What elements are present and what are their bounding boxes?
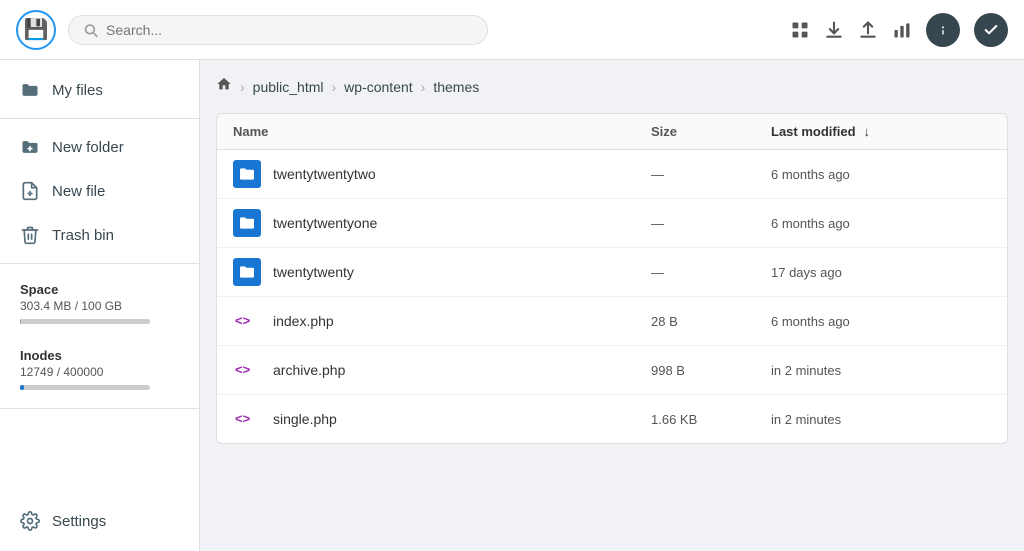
table-row[interactable]: <> archive.php 998 B in 2 minutes xyxy=(217,346,1007,395)
file-name: twentytwentytwo xyxy=(273,166,376,182)
size-cell: 1.66 KB xyxy=(651,412,771,427)
sort-icon: ↓ xyxy=(864,124,871,139)
sidebar-label-my-files: My files xyxy=(52,82,103,99)
sidebar-divider-1 xyxy=(0,118,199,119)
search-bar[interactable] xyxy=(68,15,488,45)
file-name-cell: twentytwentytwo xyxy=(233,160,651,188)
file-name: archive.php xyxy=(273,362,345,378)
stats-button[interactable] xyxy=(892,20,912,40)
breadcrumb-sep-1: › xyxy=(332,79,337,95)
modified-cell: in 2 minutes xyxy=(771,412,991,427)
file-name: single.php xyxy=(273,411,337,427)
breadcrumb-sep-0: › xyxy=(240,79,245,95)
table-row[interactable]: <> index.php 28 B 6 months ago xyxy=(217,297,1007,346)
file-name-cell: <> index.php xyxy=(233,307,651,335)
new-file-icon xyxy=(20,181,40,201)
file-name: twentytwentyone xyxy=(273,215,377,231)
header: 💾 xyxy=(0,0,1024,60)
space-value: 303.4 MB / 100 GB xyxy=(20,299,179,313)
modified-cell: 6 months ago xyxy=(771,167,991,182)
home-icon[interactable] xyxy=(216,76,232,97)
folder-icon xyxy=(233,258,261,286)
file-name: index.php xyxy=(273,313,334,329)
svg-text:<>: <> xyxy=(235,362,251,377)
breadcrumb-link-public-html[interactable]: public_html xyxy=(253,79,324,95)
sidebar-item-new-folder[interactable]: New folder xyxy=(0,125,199,169)
breadcrumb-current: themes xyxy=(433,79,479,95)
file-name-cell: <> single.php xyxy=(233,405,651,433)
size-cell: — xyxy=(651,265,771,280)
search-icon xyxy=(83,22,98,38)
sidebar-item-settings[interactable]: Settings xyxy=(0,499,199,543)
search-input[interactable] xyxy=(106,22,473,38)
php-file-icon: <> xyxy=(233,356,261,384)
table-row[interactable]: <> single.php 1.66 KB in 2 minutes xyxy=(217,395,1007,443)
sidebar-item-trash-bin[interactable]: Trash bin xyxy=(0,213,199,257)
table-row[interactable]: twentytwenty — 17 days ago xyxy=(217,248,1007,297)
inodes-progress-bg xyxy=(20,385,150,390)
folder-icon xyxy=(20,80,40,100)
folder-icon xyxy=(233,160,261,188)
download-button[interactable] xyxy=(824,20,844,40)
breadcrumb-link-wp-content[interactable]: wp-content xyxy=(344,79,412,95)
info-button[interactable] xyxy=(926,13,960,47)
file-name-cell: <> archive.php xyxy=(233,356,651,384)
file-name-cell: twentytwenty xyxy=(233,258,651,286)
table-row[interactable]: twentytwentytwo — 6 months ago xyxy=(217,150,1007,199)
table-row[interactable]: twentytwentyone — 6 months ago xyxy=(217,199,1007,248)
grid-view-button[interactable] xyxy=(790,20,810,40)
size-cell: 28 B xyxy=(651,314,771,329)
col-name: Name xyxy=(233,124,651,139)
svg-text:<>: <> xyxy=(235,411,251,426)
svg-text:<>: <> xyxy=(235,313,251,328)
breadcrumb-sep-2: › xyxy=(421,79,426,95)
sidebar-label-new-folder: New folder xyxy=(52,139,124,156)
sidebar: My files New folder New file Trash bin S… xyxy=(0,60,200,551)
logo-icon: 💾 xyxy=(24,17,49,42)
sidebar-label-settings: Settings xyxy=(52,513,106,530)
inodes-value: 12749 / 400000 xyxy=(20,365,179,379)
file-name: twentytwenty xyxy=(273,264,354,280)
modified-cell: 6 months ago xyxy=(771,216,991,231)
sidebar-divider-2 xyxy=(0,263,199,264)
new-folder-icon xyxy=(20,137,40,157)
logo: 💾 xyxy=(16,10,56,50)
file-table: Name Size Last modified ↓ twentytwentytw… xyxy=(216,113,1008,444)
sidebar-divider-3 xyxy=(0,408,199,409)
sidebar-item-my-files[interactable]: My files xyxy=(0,68,199,112)
table-body: twentytwentytwo — 6 months ago twentytwe… xyxy=(217,150,1007,443)
sidebar-label-new-file: New file xyxy=(52,183,105,200)
space-section: Space 303.4 MB / 100 GB xyxy=(0,270,199,336)
php-file-icon: <> xyxy=(233,307,261,335)
size-cell: — xyxy=(651,167,771,182)
space-progress-bg xyxy=(20,319,150,324)
trash-icon xyxy=(20,225,40,245)
header-actions xyxy=(790,13,1008,47)
sidebar-item-new-file[interactable]: New file xyxy=(0,169,199,213)
upload-button[interactable] xyxy=(858,20,878,40)
main-content: › public_html › wp-content › themes Name… xyxy=(200,60,1024,551)
inodes-label: Inodes xyxy=(20,348,179,363)
file-name-cell: twentytwentyone xyxy=(233,209,651,237)
php-file-icon: <> xyxy=(233,405,261,433)
space-label: Space xyxy=(20,282,179,297)
check-button[interactable] xyxy=(974,13,1008,47)
inodes-progress-fill xyxy=(20,385,24,390)
size-cell: 998 B xyxy=(651,363,771,378)
col-size: Size xyxy=(651,124,771,139)
modified-cell: 17 days ago xyxy=(771,265,991,280)
breadcrumb: › public_html › wp-content › themes xyxy=(216,76,1008,97)
layout: My files New folder New file Trash bin S… xyxy=(0,60,1024,551)
settings-icon xyxy=(20,511,40,531)
size-cell: — xyxy=(651,216,771,231)
sidebar-label-trash-bin: Trash bin xyxy=(52,227,114,244)
modified-cell: 6 months ago xyxy=(771,314,991,329)
inodes-section: Inodes 12749 / 400000 xyxy=(0,336,199,402)
modified-cell: in 2 minutes xyxy=(771,363,991,378)
table-header: Name Size Last modified ↓ xyxy=(217,114,1007,150)
col-modified: Last modified ↓ xyxy=(771,124,991,139)
folder-icon xyxy=(233,209,261,237)
